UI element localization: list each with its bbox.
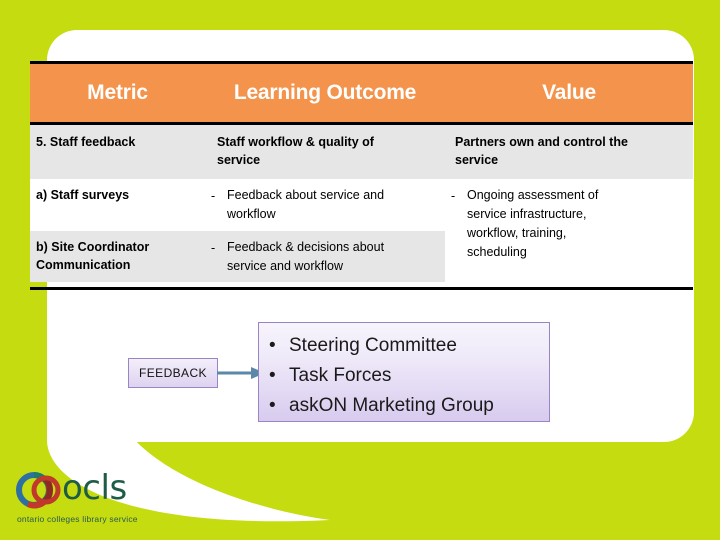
dash-marker: - (211, 240, 216, 255)
table-row: a) Staff surveys - Feedback about servic… (30, 179, 693, 283)
cell-metric: 5. Staff feedback (30, 123, 205, 180)
metrics-table: Metric Learning Outcome Value 5. Staff f… (30, 61, 693, 283)
outcome-line: workflow (227, 207, 276, 221)
bullet-glyph: • (269, 395, 276, 416)
outcome-line: Staff workflow & quality of (217, 135, 374, 149)
column-header-value: Value (445, 61, 693, 125)
cell-learning-outcome: Staff workflow & quality of service (205, 123, 445, 180)
value-line: workflow, training, (467, 225, 567, 240)
cell-value: - Ongoing assessment of service infrastr… (445, 179, 693, 283)
dash-marker: - (451, 189, 456, 204)
value-line: service infrastructure, (467, 207, 587, 221)
cell-learning-outcome: - Feedback about service and workflow (205, 179, 445, 231)
list-item: • askON Marketing Group (269, 391, 549, 421)
metric-label: a) Staff surveys (36, 188, 130, 203)
table-bottom-rule (30, 287, 693, 290)
cell-value: Partners own and control the service (445, 123, 693, 180)
value-line: Ongoing assessment of (467, 188, 599, 203)
value-text: Ongoing assessment of service infrastruc… (467, 186, 685, 261)
outcome-line: Feedback about service and (227, 188, 385, 203)
ocls-wordmark: ocls (62, 468, 127, 508)
feedback-box[interactable]: FEEDBACK (128, 358, 218, 388)
bullet-glyph: • (269, 335, 276, 356)
list-item: • Task Forces (269, 361, 549, 391)
list-item-label: askON Marketing Group (289, 395, 494, 416)
ocls-tagline: ontario colleges library service (17, 514, 138, 524)
feedback-label: FEEDBACK (139, 366, 207, 380)
governance-bullet-box: • Steering Committee • Task Forces • askON … (258, 322, 550, 422)
list-item-label: Steering Committee (289, 335, 457, 356)
bullet-glyph: • (269, 365, 276, 386)
cell-metric: a) Staff surveys (30, 179, 205, 231)
column-header-learning-outcome: Learning Outcome (205, 61, 445, 125)
table-header-row: Metric Learning Outcome Value (30, 61, 693, 125)
outcome-text: Feedback & decisions about service and w… (227, 238, 437, 276)
metric-label: 5. Staff feedback (36, 135, 136, 149)
value-line: scheduling (467, 244, 527, 259)
outcome-line: service (217, 153, 261, 168)
cell-metric: b) Site Coordinator Communication (30, 230, 205, 283)
dash-marker: - (211, 189, 216, 204)
ocls-logo: ocls ontario colleges library service (14, 466, 174, 528)
list-item-label: Task Forces (289, 365, 392, 386)
list-item: • Steering Committee (269, 331, 549, 361)
value-line: service (455, 153, 499, 168)
outcome-line: Feedback & decisions about (227, 239, 385, 254)
value-line: Partners own and control the (455, 135, 628, 149)
outcome-text: Feedback about service and workflow (227, 186, 437, 224)
column-header-metric: Metric (30, 61, 205, 125)
outcome-line: service and workflow (227, 258, 344, 273)
ocls-rings-icon (16, 472, 61, 509)
metric-label: b) Site Coordinator Communication (36, 239, 150, 272)
cell-learning-outcome: - Feedback & decisions about service and… (205, 230, 445, 283)
table-row: 5. Staff feedback Staff workflow & quali… (30, 123, 693, 180)
slide: Metric Learning Outcome Value 5. Staff f… (0, 0, 720, 540)
